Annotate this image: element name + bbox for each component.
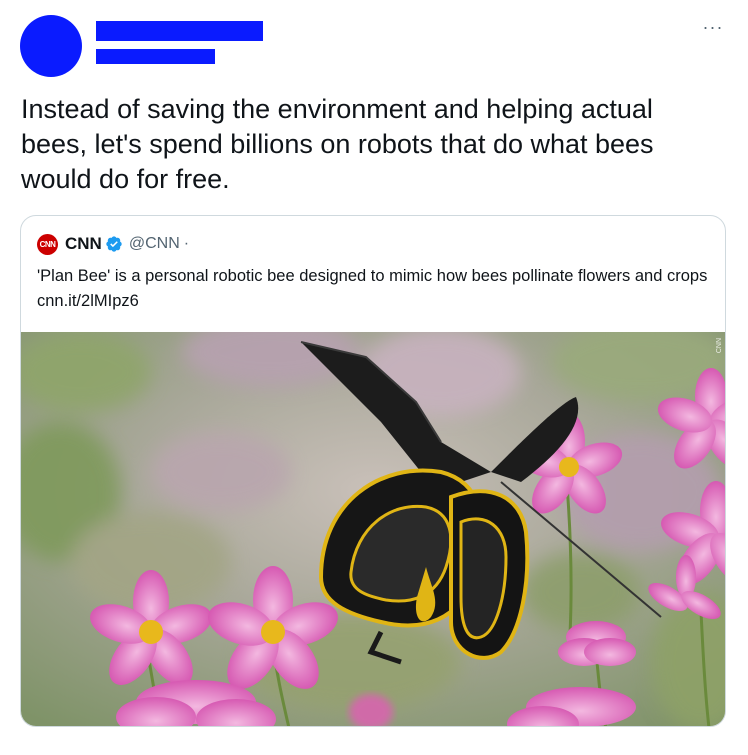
tweet-text: Instead of saving the environment and he…	[21, 94, 654, 194]
quoted-tweet-header: CNN CNN @CNN ·	[37, 233, 189, 255]
quoted-tweet-image[interactable]: CNN	[21, 332, 725, 726]
tweet: ··· Instead of saving the environment an…	[0, 0, 748, 755]
quoted-author-name[interactable]: CNN	[65, 234, 102, 254]
more-horizontal-icon[interactable]: ···	[700, 14, 726, 40]
quoted-author-handle[interactable]: @CNN	[129, 235, 180, 253]
author-name-redacted[interactable]	[96, 21, 263, 41]
quoted-tweet-text: 'Plan Bee' is a personal robotic bee des…	[37, 267, 708, 310]
author-handle-redacted[interactable]	[96, 49, 215, 64]
verified-badge-icon	[106, 236, 122, 252]
separator-dot: ·	[183, 235, 190, 252]
avatar[interactable]	[20, 15, 82, 77]
image-credit: CNN	[716, 338, 723, 354]
cnn-logo[interactable]: CNN	[37, 233, 58, 255]
robotic-bee-image	[21, 332, 725, 726]
quoted-tweet[interactable]: CNN CNN @CNN · 'Plan Bee' is a personal …	[20, 215, 726, 727]
